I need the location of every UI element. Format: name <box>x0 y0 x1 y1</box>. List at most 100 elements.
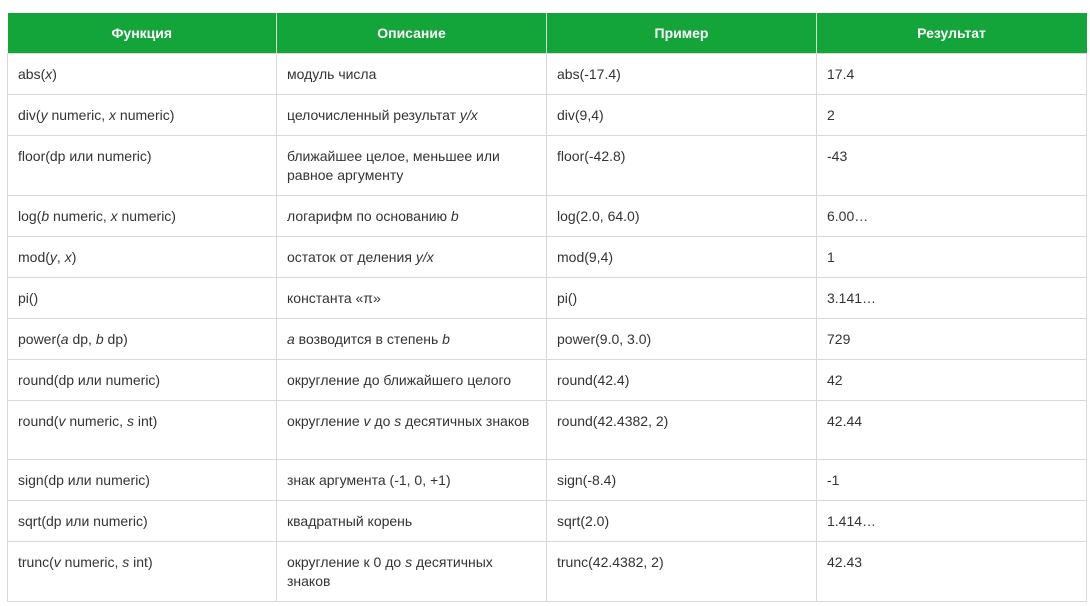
table-row: div(y numeric, x numeric) целочисленный р… <box>7 94 1087 136</box>
function-cell: sqrt(dp или numeric) <box>7 500 277 542</box>
table-row: round( v numeric, s int) округление v до s… <box>7 400 1087 460</box>
header-example: Пример <box>546 13 817 54</box>
result-cell: 729 <box>816 318 1087 360</box>
function-cell-segment: y <box>49 249 57 265</box>
function-cell-segment: s <box>126 413 134 429</box>
table-row: trunc(v numeric, s int) округление к 0 до… <box>7 541 1087 602</box>
function-cell: mod(y, x) <box>7 236 277 278</box>
example-cell: sign(-8.4) <box>546 459 817 501</box>
example-cell: abs(-17.4) <box>546 53 817 95</box>
description-cell-segment: знак аргумента (-1, 0, +1) <box>287 472 451 488</box>
description-cell-segment: v <box>363 413 371 429</box>
example-cell: log(2.0, 64.0) <box>546 195 817 237</box>
description-cell-segment: логарифм по основанию <box>287 208 451 224</box>
function-cell-segment: power( <box>18 331 61 347</box>
function-cell: div(y numeric, x numeric) <box>7 94 277 136</box>
function-cell-segment: numeric) <box>117 208 176 224</box>
description-cell-segment: константа «π» <box>287 290 381 306</box>
description-cell: a возводится в степень b <box>276 318 547 360</box>
description-cell: модуль числа <box>276 53 547 95</box>
example-cell: pi() <box>546 277 817 319</box>
description-cell-segment: округление <box>287 413 364 429</box>
function-cell: power(a dp, b dp) <box>7 318 277 360</box>
function-cell-segment: pi() <box>18 290 39 306</box>
description-cell-segment: округление до ближайшего целого <box>287 372 512 388</box>
result-cell: 42.43 <box>816 541 1087 602</box>
description-cell-segment: b <box>442 331 450 347</box>
description-cell-segment: возводится в степень <box>294 331 443 347</box>
result-cell: 1 <box>816 236 1087 278</box>
description-cell-segment: y/x <box>415 249 434 265</box>
table-row: round(dp или numeric) округление до ближа… <box>7 359 1087 401</box>
header-function: Функция <box>7 13 277 54</box>
result-cell: 2 <box>816 94 1087 136</box>
function-cell-segment: ) <box>52 66 57 82</box>
description-cell-segment: модуль числа <box>287 66 377 82</box>
description-cell: округление к 0 до s десятичных знаков <box>276 541 547 602</box>
function-cell-segment: trunc( <box>18 554 54 570</box>
function-cell: log(b numeric, x numeric) <box>7 195 277 237</box>
description-cell-segment: ближайшее целое, меньшее или равное аргу… <box>287 148 500 183</box>
function-cell: round(dp или numeric) <box>7 359 277 401</box>
description-cell: логарифм по основанию b <box>276 195 547 237</box>
function-cell-segment: div( <box>18 107 41 123</box>
function-cell-segment: mod( <box>18 249 50 265</box>
description-cell: остаток от деления y/x <box>276 236 547 278</box>
function-cell: trunc(v numeric, s int) <box>7 541 277 602</box>
function-cell-segment: x <box>109 107 117 123</box>
function-cell-segment: v <box>53 554 61 570</box>
example-cell: sqrt(2.0) <box>546 500 817 542</box>
function-cell-segment: dp, <box>68 331 96 347</box>
math-functions-table: Функция Описание Пример Результат abs(x)… <box>7 13 1087 602</box>
table-row: abs(x) модуль числа abs(-17.4) 17.4 <box>7 53 1087 95</box>
function-cell: pi() <box>7 277 277 319</box>
table-body: abs(x) модуль числа abs(-17.4) 17.4 div(y nu… <box>7 53 1087 602</box>
result-cell: 6.00… <box>816 195 1087 237</box>
example-cell: mod(9,4) <box>546 236 817 278</box>
function-cell-segment: numeric, <box>49 208 111 224</box>
function-cell-segment: sign(dp или numeric) <box>18 472 150 488</box>
function-cell: abs(x) <box>7 53 277 95</box>
table-row: pi() константа «π» pi() 3.141… <box>7 277 1087 319</box>
function-cell-segment: numeric, <box>65 413 127 429</box>
function-cell-segment: round( <box>18 413 59 429</box>
description-cell-segment: y/x <box>459 107 478 123</box>
result-cell: -43 <box>816 135 1087 196</box>
function-cell-segment: dp) <box>103 331 128 347</box>
header-description: Описание <box>276 13 547 54</box>
function-cell: sign(dp или numeric) <box>7 459 277 501</box>
function-cell-segment: x <box>64 249 72 265</box>
function-cell-segment: floor(dp или numeric) <box>18 148 152 164</box>
example-cell: div(9,4) <box>546 94 817 136</box>
function-cell-segment: int) <box>133 413 158 429</box>
function-cell-segment: round(dp или numeric) <box>18 372 161 388</box>
function-cell-segment: int) <box>129 554 153 570</box>
function-cell-segment: sqrt(dp или numeric) <box>18 513 148 529</box>
function-cell-segment: b <box>95 331 104 347</box>
function-cell-segment: ) <box>71 249 77 265</box>
result-cell: 3.141… <box>816 277 1087 319</box>
example-cell: round(42.4382, 2) <box>546 400 817 460</box>
example-cell: trunc(42.4382, 2) <box>546 541 817 602</box>
result-cell: 17.4 <box>816 53 1087 95</box>
table-row: sign(dp или numeric) знак аргумента (-1, … <box>7 459 1087 501</box>
header-row: Функция Описание Пример Результат <box>7 13 1087 54</box>
description-cell: округление v до s десятичных знаков <box>276 400 547 460</box>
description-cell-segment: квадратный корень <box>287 513 413 529</box>
result-cell: -1 <box>816 459 1087 501</box>
result-cell: 42 <box>816 359 1087 401</box>
function-cell-segment: abs( <box>18 66 46 82</box>
result-cell: 42.44 <box>816 400 1087 460</box>
example-cell: power(9.0, 3.0) <box>546 318 817 360</box>
example-cell: floor(-42.8) <box>546 135 817 196</box>
function-cell-segment: x <box>110 208 118 224</box>
function-cell-segment: y <box>40 107 48 123</box>
function-cell-segment: numeric) <box>116 107 175 123</box>
table-header: Функция Описание Пример Результат <box>7 13 1087 54</box>
description-cell-segment: до <box>370 413 395 429</box>
description-cell: константа «π» <box>276 277 547 319</box>
header-result: Результат <box>816 13 1087 54</box>
table-row: floor(dp или numeric) ближайшее целое, ме… <box>7 135 1087 196</box>
description-cell: квадратный корень <box>276 500 547 542</box>
function-cell-segment: b <box>41 208 50 224</box>
